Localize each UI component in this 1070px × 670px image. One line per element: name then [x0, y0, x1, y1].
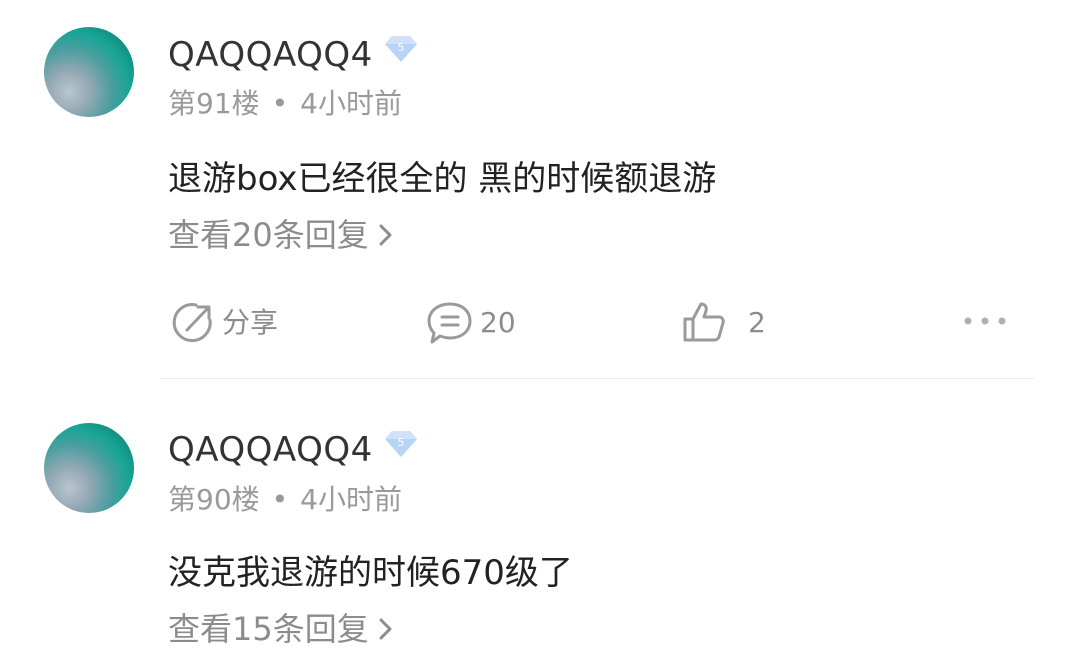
- level-badge-icon: 5: [385, 431, 417, 457]
- divider: [160, 378, 1034, 379]
- more-icon[interactable]: [962, 314, 1008, 328]
- level-badge-icon: 5: [385, 36, 417, 62]
- avatar[interactable]: [44, 27, 134, 117]
- post-meta: 第91楼 • 4小时前: [168, 90, 402, 118]
- chevron-right-icon: [379, 618, 392, 640]
- view-replies-label: 查看20条回复: [168, 216, 369, 254]
- comment-icon: [427, 302, 472, 344]
- level-badge-number: 5: [398, 41, 405, 54]
- level-badge-number: 5: [398, 436, 405, 449]
- post-meta: 第90楼 • 4小时前: [168, 486, 402, 514]
- comment-count: 20: [480, 306, 516, 339]
- comment-text: 没克我退游的时候670级了: [168, 553, 573, 593]
- floor-number: 第91楼: [168, 87, 260, 120]
- like-count: 2: [748, 306, 766, 339]
- comment-button[interactable]: 20: [426, 300, 516, 346]
- avatar[interactable]: [44, 423, 134, 513]
- view-replies-link[interactable]: 查看20条回复: [168, 219, 395, 251]
- username[interactable]: QAQQAQQ4: [168, 433, 373, 467]
- view-replies-link[interactable]: 查看15条回复: [168, 613, 395, 645]
- chevron-right-icon: [379, 224, 392, 246]
- post-time: 4小时前: [300, 87, 402, 120]
- post-time: 4小时前: [300, 483, 402, 516]
- meta-separator: •: [271, 87, 289, 120]
- share-icon: [172, 303, 212, 343]
- username[interactable]: QAQQAQQ4: [168, 38, 373, 72]
- comment-text: 退游box已经很全的 黑的时候额退游: [168, 159, 717, 199]
- share-button[interactable]: 分享: [170, 300, 278, 346]
- thumbs-up-icon: [683, 302, 725, 342]
- meta-separator: •: [271, 483, 289, 516]
- like-button[interactable]: 2: [682, 300, 766, 346]
- view-replies-label: 查看15条回复: [168, 610, 369, 648]
- floor-number: 第90楼: [168, 483, 260, 516]
- share-label: 分享: [222, 306, 279, 339]
